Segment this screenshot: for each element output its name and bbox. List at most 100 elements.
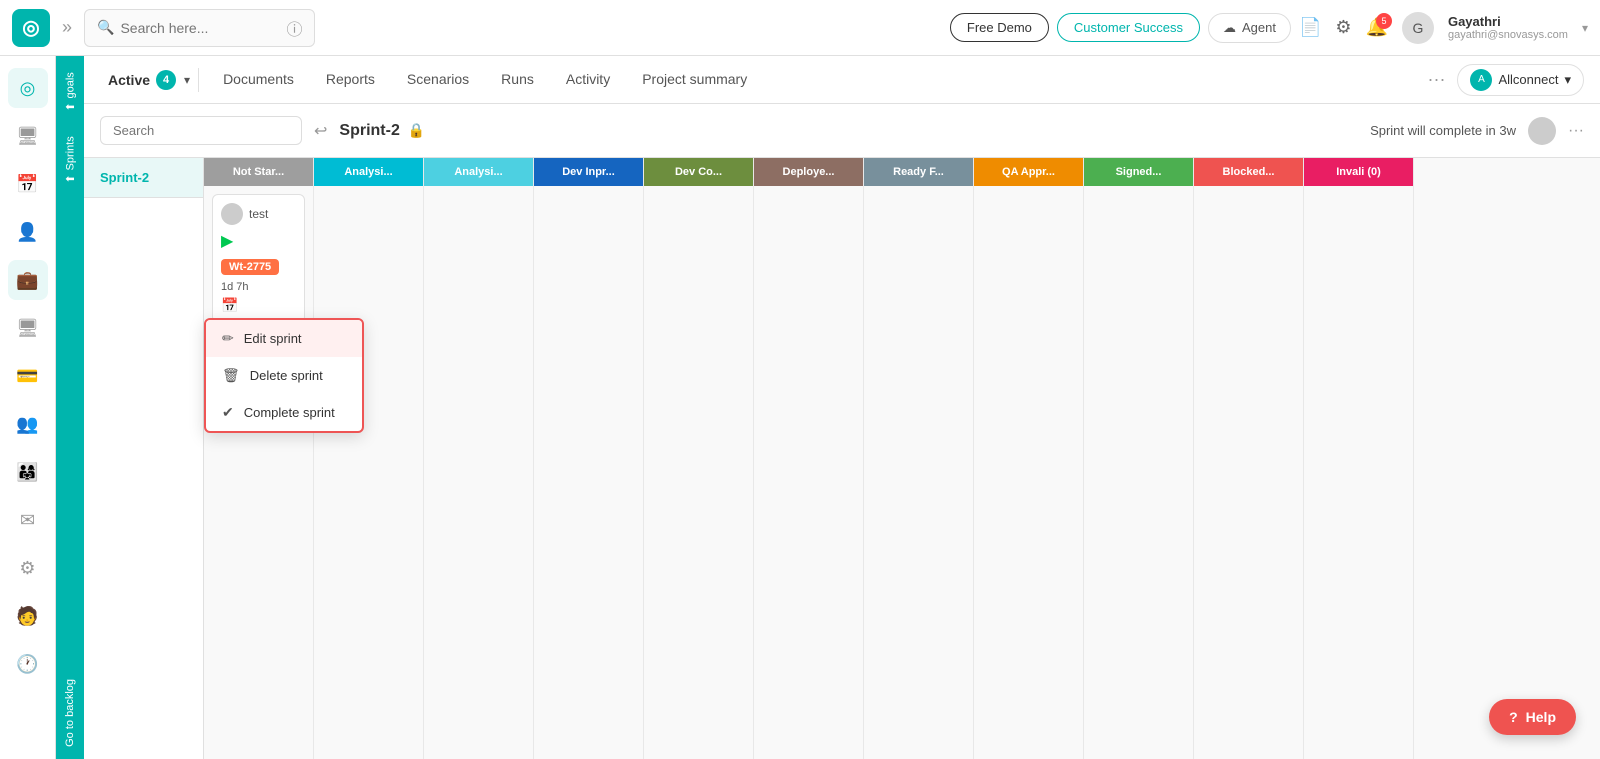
sprint-title-area: Sprint-2 🔒 Sprint will complete in 3w: [339, 122, 1516, 140]
sub-sidebar-sprints[interactable]: ⬆ Sprints: [58, 124, 83, 195]
column-header-analysis2: Analysi...: [424, 158, 533, 186]
lock-icon: 🔒: [408, 122, 425, 139]
sub-sidebar-goals[interactable]: ⬆ goals: [58, 60, 83, 124]
user-menu-chevron[interactable]: ▾: [1582, 21, 1588, 35]
sprint-complete-text: Sprint will complete in 3w: [1370, 123, 1516, 138]
agent-button[interactable]: ☁ Agent: [1208, 13, 1291, 43]
sidebar-item-user[interactable]: 👤: [8, 212, 48, 252]
active-badge: Active 4: [100, 70, 184, 90]
column-body-qa-approved: [974, 186, 1083, 759]
sidebar-item-card[interactable]: 💳: [8, 356, 48, 396]
sidebar-item-people[interactable]: 👥: [8, 404, 48, 444]
column-header-signed: Signed...: [1084, 158, 1193, 186]
context-menu: ✏ Edit sprint 🗑 Delete sprint ✔ Complete…: [204, 318, 364, 433]
column-body-dev-inprogress: [534, 186, 643, 759]
main-content: Active 4 ▾ Documents Reports Scenarios R…: [84, 56, 1600, 759]
document-icon[interactable]: 📄: [1299, 17, 1321, 38]
column-body-invalid: [1304, 186, 1413, 759]
active-chevron[interactable]: ▾: [184, 73, 190, 87]
navbar-more-icon[interactable]: »: [58, 13, 76, 42]
sprint-search-input[interactable]: [100, 116, 302, 145]
search-icon: 🔍: [97, 19, 114, 36]
info-icon[interactable]: ⓘ: [286, 16, 302, 40]
board-column-invalid: Invali (0): [1304, 158, 1414, 759]
sidebar-item-team[interactable]: 👨‍👩‍👧: [8, 452, 48, 492]
sub-sidebar: ⬆ goals ⬆ Sprints Go to backlog: [56, 56, 84, 759]
sprint-more-icon[interactable]: ···: [1568, 122, 1584, 140]
sidebar-item-home[interactable]: ◎: [8, 68, 48, 108]
column-body-analysis2: [424, 186, 533, 759]
undo-icon[interactable]: ↩: [314, 121, 327, 141]
user-name: Gayathri: [1448, 14, 1568, 29]
board-column-ready: Ready F...: [864, 158, 974, 759]
column-body-deployed: [754, 186, 863, 759]
column-header-blocked: Blocked...: [1194, 158, 1303, 186]
nav-divider: [198, 68, 199, 92]
task-assignee: test: [221, 203, 296, 225]
notification-icon[interactable]: 🔔 5: [1366, 17, 1388, 38]
sidebar-item-monitor[interactable]: 🖥: [8, 308, 48, 348]
navbar-search-box[interactable]: 🔍 ⓘ: [84, 9, 315, 47]
agent-icon: ☁: [1223, 20, 1236, 36]
nav-item-documents[interactable]: Documents: [207, 57, 310, 103]
help-icon: ?: [1509, 709, 1518, 725]
board-column-signed: Signed...: [1084, 158, 1194, 759]
sub-sidebar-backlog[interactable]: Go to backlog: [58, 667, 82, 759]
active-label: Active: [108, 72, 150, 88]
nav-item-project-summary[interactable]: Project summary: [626, 57, 763, 103]
avatar[interactable]: G: [1402, 12, 1434, 44]
sidebar-item-clock[interactable]: 🕐: [8, 644, 48, 684]
allconnect-badge[interactable]: A Allconnect ▾: [1457, 64, 1584, 96]
secondary-nav-more[interactable]: ···: [1428, 69, 1446, 90]
sidebar-item-gear[interactable]: ⚙: [8, 548, 48, 588]
customer-success-button[interactable]: Customer Success: [1057, 13, 1200, 42]
task-play-icon[interactable]: ▶: [221, 231, 296, 251]
column-header-deployed: Deploye...: [754, 158, 863, 186]
context-menu-edit-sprint[interactable]: ✏ Edit sprint: [206, 320, 362, 357]
column-body-blocked: [1194, 186, 1303, 759]
goals-icon: ⬆: [64, 102, 77, 111]
sprint-list-item[interactable]: Sprint-2: [84, 158, 203, 198]
column-body-not-started: test ▶ Wt-2775 1d 7h 📅: [204, 186, 313, 759]
sidebar-item-calendar[interactable]: 📅: [8, 164, 48, 204]
column-body-ready: [864, 186, 973, 759]
task-avatar: [221, 203, 243, 225]
sidebar-item-tv[interactable]: 🖥: [8, 116, 48, 156]
sprints-icon: ⬆: [64, 174, 77, 183]
board-column-analysis2: Analysi...: [424, 158, 534, 759]
board-column-analysis1: Analysi...: [314, 158, 424, 759]
navbar: ◎ » 🔍 ⓘ Free Demo Customer Success ☁ Age…: [0, 0, 1600, 56]
allconnect-chevron: ▾: [1564, 72, 1571, 88]
search-input[interactable]: [120, 20, 280, 36]
settings-icon[interactable]: ⚙: [1335, 17, 1351, 38]
board-column-dev-complete: Dev Co...: [644, 158, 754, 759]
nav-item-reports[interactable]: Reports: [310, 57, 391, 103]
task-card[interactable]: test ▶ Wt-2775 1d 7h 📅: [212, 194, 305, 323]
board-area: Sprint-2 ✏ Edit sprint 🗑 Delete sprint ✔…: [84, 158, 1600, 759]
free-demo-button[interactable]: Free Demo: [950, 13, 1049, 42]
board-column-not-started: Not Star... test ▶ Wt-2775 1d 7h 📅: [204, 158, 314, 759]
sprint-title: Sprint-2: [339, 122, 399, 140]
notification-badge: 5: [1376, 13, 1392, 29]
sidebar-item-briefcase[interactable]: 💼: [8, 260, 48, 300]
app-logo[interactable]: ◎: [12, 9, 50, 47]
nav-item-scenarios[interactable]: Scenarios: [391, 57, 485, 103]
nav-item-activity[interactable]: Activity: [550, 57, 626, 103]
allconnect-avatar: A: [1470, 69, 1492, 91]
board-column-blocked: Blocked...: [1194, 158, 1304, 759]
sidebar-item-mail[interactable]: ✉: [8, 500, 48, 540]
user-email: gayathri@snovasys.com: [1448, 29, 1568, 41]
column-body-dev-complete: [644, 186, 753, 759]
sidebar-item-person[interactable]: 🧑: [8, 596, 48, 636]
column-header-not-started: Not Star...: [204, 158, 313, 186]
user-info: Gayathri gayathri@snovasys.com: [1448, 14, 1568, 41]
nav-item-runs[interactable]: Runs: [485, 57, 550, 103]
help-button[interactable]: ? Help: [1489, 699, 1576, 735]
context-menu-delete-sprint[interactable]: 🗑 Delete sprint: [206, 357, 362, 394]
check-icon: ✔: [222, 404, 234, 421]
column-body-signed: [1084, 186, 1193, 759]
context-menu-complete-sprint[interactable]: ✔ Complete sprint: [206, 394, 362, 431]
column-body-analysis1: [314, 186, 423, 759]
task-calendar-icon[interactable]: 📅: [221, 297, 296, 314]
board-columns: Not Star... test ▶ Wt-2775 1d 7h 📅: [204, 158, 1600, 759]
